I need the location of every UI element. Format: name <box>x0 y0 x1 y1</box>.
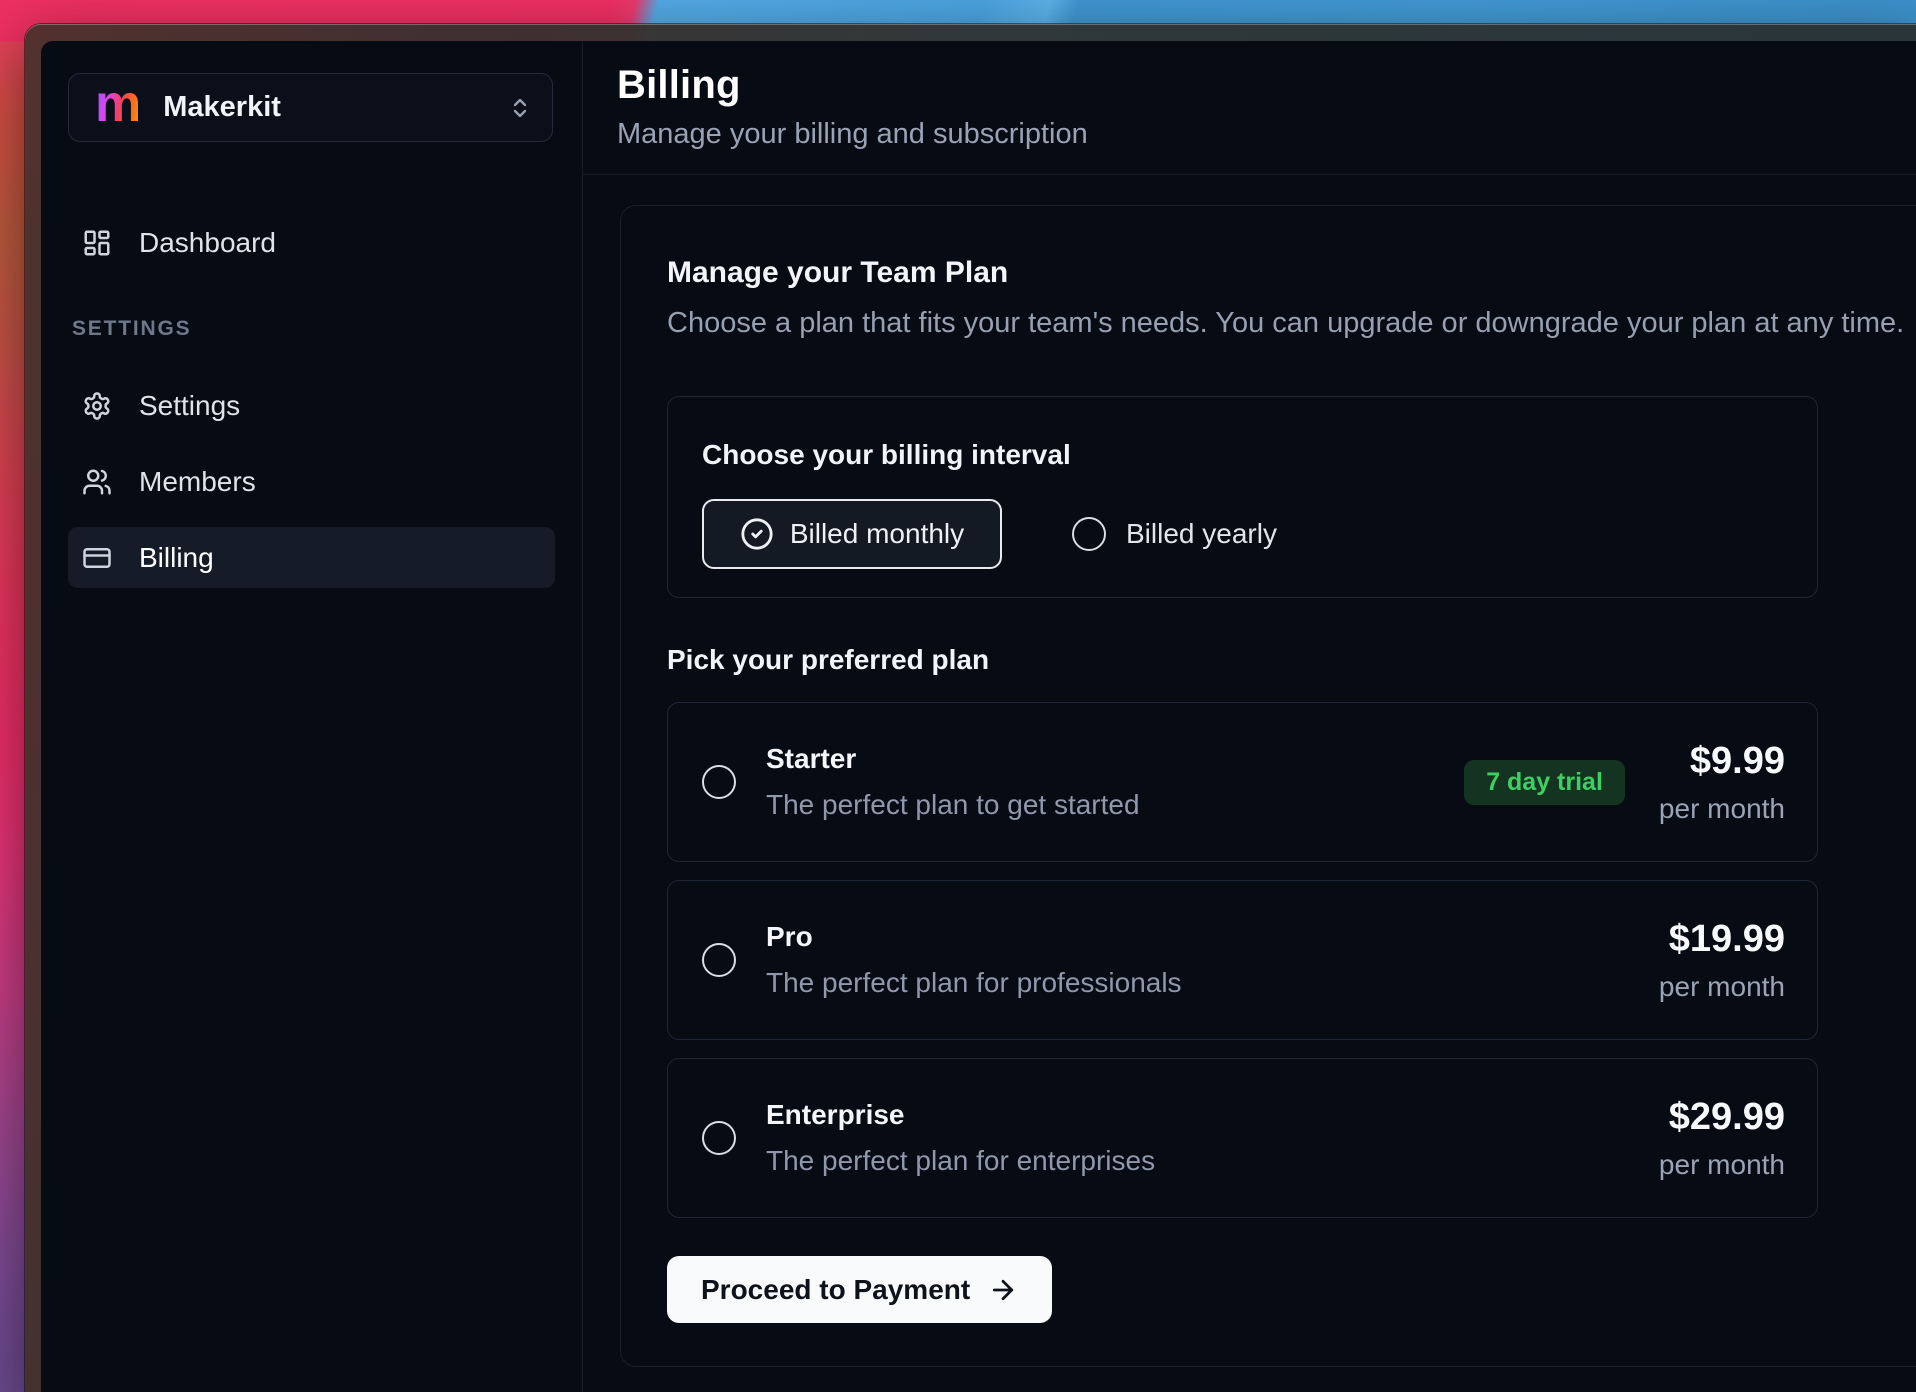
radio-unchecked-icon[interactable] <box>702 943 736 977</box>
proceed-to-payment-button[interactable]: Proceed to Payment <box>667 1256 1052 1323</box>
radio-unchecked-icon[interactable] <box>702 1121 736 1155</box>
plan-name: Enterprise <box>766 1099 1155 1131</box>
plan-description: The perfect plan for enterprises <box>766 1145 1155 1177</box>
sidebar-item-billing[interactable]: Billing <box>68 527 555 588</box>
plan-text: Enterprise The perfect plan for enterpri… <box>766 1099 1155 1177</box>
sidebar-item-label: Dashboard <box>139 227 276 259</box>
credit-card-icon <box>82 543 112 573</box>
card-description: Choose a plan that fits your team's need… <box>667 307 1916 340</box>
plan-price: $9.99 <box>1659 740 1785 783</box>
plan-period: per month <box>1659 971 1785 1003</box>
sidebar: m Makerkit Dashboard SETTINGS <box>41 41 583 1392</box>
plan-list: Starter The perfect plan to get started … <box>667 702 1818 1218</box>
sidebar-item-members[interactable]: Members <box>68 451 555 512</box>
plans-label: Pick your preferred plan <box>667 644 1916 676</box>
app-content: m Makerkit Dashboard SETTINGS <box>41 41 1916 1392</box>
plan-row-starter[interactable]: Starter The perfect plan to get started … <box>667 702 1818 862</box>
gear-icon <box>82 391 112 421</box>
price-block: $19.99 per month <box>1659 918 1785 1003</box>
sidebar-item-label: Members <box>139 466 256 498</box>
price-block: $9.99 per month <box>1659 740 1785 825</box>
plan-description: The perfect plan to get started <box>766 789 1140 821</box>
team-selector[interactable]: m Makerkit <box>68 73 553 142</box>
plan-price: $29.99 <box>1659 1096 1785 1139</box>
plan-text: Starter The perfect plan to get started <box>766 743 1140 821</box>
radio-unchecked-icon <box>1072 517 1106 551</box>
proceed-label: Proceed to Payment <box>701 1274 970 1306</box>
radio-unchecked-icon[interactable] <box>702 765 736 799</box>
team-plan-card: Manage your Team Plan Choose a plan that… <box>620 205 1916 1367</box>
sidebar-item-label: Settings <box>139 390 240 422</box>
page-header: Billing Manage your billing and subscrip… <box>583 41 1916 175</box>
billed-monthly-label: Billed monthly <box>790 518 964 550</box>
team-name: Makerkit <box>163 91 281 124</box>
plan-price-area: 7 day trial $9.99 per month <box>1464 740 1785 825</box>
trial-badge: 7 day trial <box>1464 760 1625 805</box>
page-subtitle: Manage your billing and subscription <box>617 118 1916 151</box>
billed-yearly-label: Billed yearly <box>1126 518 1277 550</box>
plan-price-area: $29.99 per month <box>1659 1096 1785 1181</box>
card-title: Manage your Team Plan <box>667 256 1916 290</box>
main-content: Billing Manage your billing and subscrip… <box>583 41 1916 1392</box>
plan-name: Starter <box>766 743 1140 775</box>
sidebar-section-settings: SETTINGS <box>72 317 555 341</box>
sidebar-item-label: Billing <box>139 542 214 574</box>
arrow-right-icon <box>988 1275 1018 1305</box>
makerkit-logo: m <box>95 78 141 130</box>
plan-price-area: $19.99 per month <box>1659 918 1785 1003</box>
dashboard-icon <box>82 228 112 258</box>
chevrons-up-down-icon <box>508 96 532 120</box>
billed-monthly-option[interactable]: Billed monthly <box>702 499 1002 569</box>
sidebar-item-settings[interactable]: Settings <box>68 375 555 436</box>
plan-period: per month <box>1659 793 1785 825</box>
billed-yearly-option[interactable]: Billed yearly <box>1072 517 1277 551</box>
plan-period: per month <box>1659 1149 1785 1181</box>
app-window: m Makerkit Dashboard SETTINGS <box>25 24 1916 1392</box>
billing-interval-title: Choose your billing interval <box>702 439 1783 471</box>
plan-row-enterprise[interactable]: Enterprise The perfect plan for enterpri… <box>667 1058 1818 1218</box>
plan-name: Pro <box>766 921 1182 953</box>
billing-interval-options: Billed monthly Billed yearly <box>702 499 1783 569</box>
billing-interval-box: Choose your billing interval Billed mont… <box>667 396 1818 598</box>
plan-text: Pro The perfect plan for professionals <box>766 921 1182 999</box>
users-icon <box>82 467 112 497</box>
plan-price: $19.99 <box>1659 918 1785 961</box>
plan-row-pro[interactable]: Pro The perfect plan for professionals $… <box>667 880 1818 1040</box>
page-title: Billing <box>617 63 1916 108</box>
sidebar-item-dashboard[interactable]: Dashboard <box>68 212 555 273</box>
sidebar-nav: Dashboard SETTINGS Settings Members <box>68 212 555 588</box>
check-circle-icon <box>740 517 774 551</box>
price-block: $29.99 per month <box>1659 1096 1785 1181</box>
plan-description: The perfect plan for professionals <box>766 967 1182 999</box>
